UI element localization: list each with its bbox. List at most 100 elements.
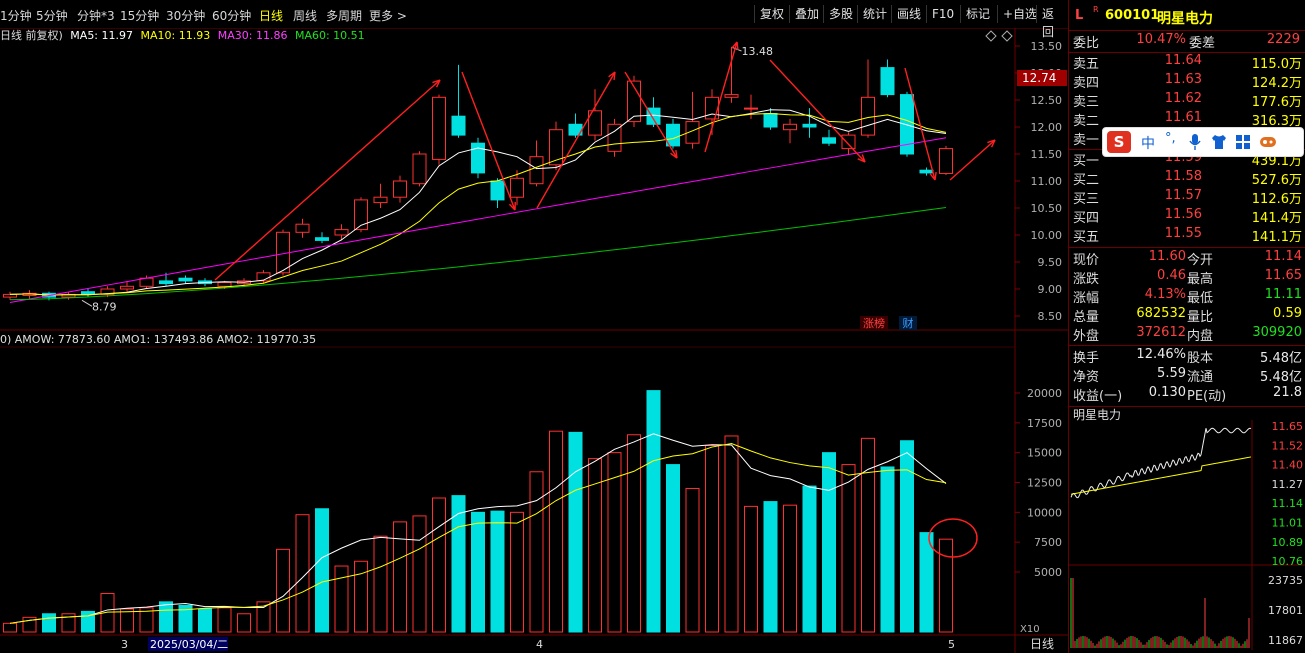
volume-bar — [919, 532, 934, 633]
ask-row[interactable]: 卖四 11.63 124.2万 — [1069, 72, 1305, 91]
quote-value: 309920 — [1252, 325, 1302, 340]
game-controller-icon[interactable] — [1259, 134, 1277, 150]
fund-value: 12.46% — [1136, 347, 1186, 362]
bid-row[interactable]: 买三 11.57 112.6万 — [1069, 188, 1305, 207]
sogou-logo-icon[interactable]: S — [1107, 131, 1131, 153]
quote-label: 最低 — [1187, 291, 1214, 306]
weibi-value: 10.47% — [1136, 32, 1186, 47]
bid-volume: 527.6万 — [1251, 173, 1302, 188]
quote-row: 外盘 372612 内盘 309920 — [1069, 325, 1305, 344]
trend-arrow — [461, 71, 516, 211]
volume-axis-label: 15000 — [1027, 447, 1062, 460]
volume-bar — [685, 487, 700, 633]
fund-value: 0.130 — [1148, 385, 1186, 400]
current-price-tag: 12.74 — [1022, 71, 1056, 85]
quote-label: 涨幅 — [1073, 291, 1100, 306]
skin-shirt-icon[interactable] — [1211, 134, 1227, 150]
mini-price-label: 10.76 — [1272, 555, 1304, 568]
mini-avg-line — [1070, 456, 1252, 495]
volume-bar — [334, 565, 349, 633]
candle-body — [159, 280, 173, 285]
candle-body — [841, 134, 856, 150]
volume-bar — [822, 452, 836, 633]
candle-body — [315, 237, 329, 241]
arrow-head — [670, 149, 678, 159]
bid-volume: 141.4万 — [1251, 211, 1302, 226]
microphone-icon[interactable] — [1189, 134, 1201, 150]
fund-label: PE(动) — [1187, 389, 1227, 404]
candle-body — [763, 113, 778, 128]
legend-ma30: MA30: 11.86 — [217, 29, 288, 42]
quote-value: 11.14 — [1264, 249, 1302, 264]
mini-price-label: 11.14 — [1272, 497, 1304, 510]
ask-row[interactable]: 卖五 11.64 115.0万 — [1069, 53, 1305, 72]
mini-price-line — [1070, 427, 1252, 499]
bid-row[interactable]: 买四 11.56 141.4万 — [1069, 207, 1305, 226]
bid-row[interactable]: 买二 11.58 527.6万 — [1069, 169, 1305, 188]
candle-body — [295, 223, 310, 233]
price-axis-label: 12.00 — [1031, 121, 1063, 134]
volume-bar — [646, 390, 661, 633]
ime-punct-mode[interactable]: °, — [1165, 131, 1176, 146]
margin-r-icon: R — [1093, 5, 1099, 14]
fund-label: 流通 — [1187, 370, 1214, 385]
candle-body — [490, 180, 505, 201]
rank-tag: 涨榜 — [863, 316, 885, 330]
volume-bar — [159, 601, 173, 633]
stock-header: L R 600101 明星电力 — [1069, 5, 1305, 27]
volume-bar — [529, 471, 544, 633]
quote-value: 11.60 — [1148, 249, 1186, 264]
ask-price: 11.64 — [1164, 53, 1202, 68]
volume-bar — [237, 613, 251, 633]
bid-price: 11.58 — [1164, 169, 1202, 184]
weibi-row: 委比 10.47% 委差 2229 — [1069, 32, 1305, 51]
quote-value: 372612 — [1136, 325, 1186, 340]
quote-panel: L R 600101 明星电力 委比 10.47% 委差 2229 卖五 11.… — [1068, 0, 1305, 653]
volume-axis-label: 5000 — [1034, 566, 1062, 579]
mini-price-label: 11.40 — [1272, 459, 1304, 472]
toolbox-grid-icon[interactable] — [1235, 134, 1251, 150]
candle-body — [802, 123, 817, 128]
volume-bar — [3, 622, 17, 633]
kline-chart[interactable]: 13.5013.0012.5012.0011.5011.0010.5010.00… — [0, 0, 1068, 653]
legend-ma60: MA60: 10.51 — [294, 29, 365, 42]
candle-body — [880, 67, 895, 96]
candle-body — [334, 229, 349, 236]
quote-value: 0.59 — [1273, 306, 1302, 321]
quote-value: 11.11 — [1264, 287, 1302, 302]
bid-volume: 141.1万 — [1251, 230, 1302, 245]
legend-ma5: MA5: 11.97 — [70, 29, 134, 42]
date-cursor-label: 2025/03/04/二 — [150, 638, 228, 651]
quote-row: 现价 11.60 今开 11.14 — [1069, 249, 1305, 268]
volume-bar — [373, 535, 388, 633]
bid-row[interactable]: 买五 11.55 141.1万 — [1069, 226, 1305, 245]
quote-label: 总量 — [1073, 310, 1100, 325]
ask-price: 11.61 — [1164, 110, 1202, 125]
volume-bar — [705, 445, 719, 633]
volume-bar — [939, 538, 953, 633]
candle-body — [744, 107, 758, 110]
quote-label: 现价 — [1073, 253, 1100, 268]
bid-price: 11.55 — [1164, 226, 1202, 241]
intraday-mini-chart[interactable]: 11.65 11.52 11.40 11.27 11.14 11.01 10.89 10.76… — [1069, 420, 1305, 650]
legend-ma10: MA10: 11.93 — [140, 29, 211, 42]
ime-toolbar[interactable]: S 中 °, — [1102, 127, 1304, 157]
quote-label: 涨跌 — [1073, 272, 1100, 287]
ask-volume: 124.2万 — [1251, 76, 1302, 91]
ime-chinese-mode[interactable]: 中 — [1141, 133, 1155, 153]
diamond-icon — [985, 30, 997, 42]
price-axis-label: 9.50 — [1038, 256, 1063, 269]
volume-axis-label: 20000 — [1027, 387, 1062, 400]
quote-label: 内盘 — [1187, 329, 1214, 344]
fund-label: 股本 — [1187, 351, 1214, 366]
trend-arrow — [536, 71, 616, 209]
mini-price-label: 11.01 — [1272, 517, 1304, 530]
candle-body — [724, 94, 739, 98]
volume-bar — [763, 501, 778, 633]
fund-label: 净资 — [1073, 370, 1100, 385]
volume-bar — [432, 497, 446, 633]
quote-label: 外盘 — [1073, 329, 1100, 344]
volume-bar — [783, 504, 797, 633]
ask-row[interactable]: 卖三 11.62 177.6万 — [1069, 91, 1305, 110]
high-label: 13.48 — [742, 45, 774, 58]
